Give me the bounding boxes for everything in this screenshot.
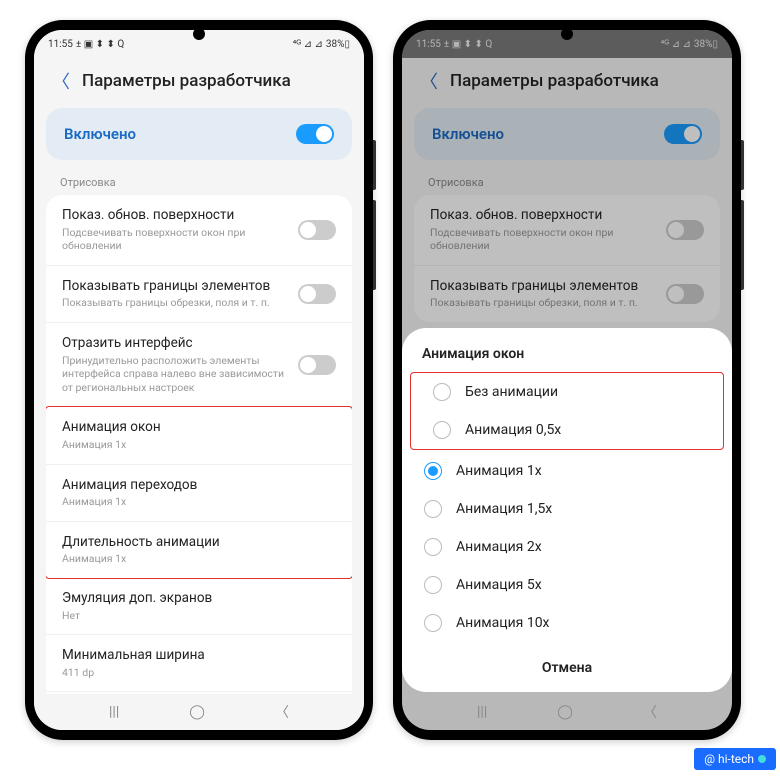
enable-label: Включено [64,125,136,143]
item-sub: Подсвечивать поверхности окон при обновл… [430,226,656,253]
animation-dialog: Анимация окон Без анимации Анимация 0,5x… [402,328,732,692]
item-sub: Показывать границы обрезки, поля и т. п. [62,296,288,310]
enable-switch[interactable] [296,124,334,144]
radio-icon [424,500,442,518]
radio-option-10x[interactable]: Анимация 10x [402,604,732,642]
item-sub: Анимация 1x [62,438,336,452]
toggle-switch[interactable] [298,284,336,304]
item-title: Минимальная ширина [62,647,336,665]
nav-back-icon[interactable]: 〈 [275,702,289,722]
nav-home-icon[interactable]: ◯ [189,704,205,720]
watermark-dot-icon [758,755,766,763]
radio-label: Анимация 1,5x [456,501,552,517]
item-title: Показывать границы элементов [62,278,288,296]
item-sub: Принудительно расположить элементы интер… [62,354,288,395]
radio-option-2x[interactable]: Анимация 2x [402,528,732,566]
phone-frame-right: 11:55 ± ▣ ⬍ ⬍ Q ⁴ᴳ ⊿ ⊿ 38%▯ 〈 Параметры … [393,20,741,740]
item-min-width[interactable]: Минимальная ширина 411 dp [46,635,352,692]
radio-icon [424,614,442,632]
section-rendering-label: Отрисовка [402,168,732,195]
header: 〈 Параметры разработчика [34,58,364,108]
radio-label: Анимация 10x [456,615,550,631]
status-notif-icons: ± ▣ ⬍ ⬍ Q [76,39,124,50]
highlight-fast-options: Без анимации Анимация 0,5x [410,372,724,450]
nav-recents-icon[interactable]: ||| [109,704,119,720]
status-notif-icons: ± ▣ ⬍ ⬍ Q [444,39,492,50]
item-sub: Анимация 1x [62,495,336,509]
item-sub: Подсвечивать поверхности окон при обновл… [62,226,288,253]
item-sub: Нет [62,609,336,623]
radio-icon [433,421,451,439]
toggle-switch [666,284,704,304]
camera-hole [193,28,205,40]
phone-side-button [741,200,744,290]
item-surface-updates[interactable]: Показ. обнов. поверхности Подсвечивать п… [46,195,352,266]
item-title: Показывать границы элементов [430,278,656,296]
item-layout-bounds[interactable]: Показывать границы элементов Показывать … [46,266,352,323]
status-signal-icons: ⁴ᴳ ⊿ ⊿ [661,39,691,50]
status-battery: 38%▯ [694,39,718,50]
radio-label: Анимация 5x [456,577,542,593]
settings-list: Показ. обнов. поверхности Подсвечивать п… [46,195,352,694]
back-icon[interactable]: 〈 [52,68,70,94]
radio-label: Анимация 1x [456,463,542,479]
item-title: Длительность анимации [62,534,336,552]
item-title: Показ. обнов. поверхности [62,207,288,225]
item-secondary-displays[interactable]: Эмуляция доп. экранов Нет [46,578,352,635]
radio-icon-checked [424,462,442,480]
dialog-cancel-button[interactable]: Отмена [402,642,732,692]
watermark-text: @ hi-tech [704,752,754,766]
item-title: Анимация переходов [62,477,336,495]
status-signal-icons: ⁴ᴳ ⊿ ⊿ [293,39,323,50]
toggle-switch[interactable] [298,355,336,375]
phone-side-button [741,140,744,190]
radio-option-1-5x[interactable]: Анимация 1,5x [402,490,732,528]
item-title: Отразить интерфейс [62,335,288,353]
phone-side-button [373,200,376,290]
radio-icon [433,383,451,401]
back-icon: 〈 [420,68,438,94]
item-anim-duration[interactable]: Длительность анимации Анимация 1x [46,522,352,578]
radio-label: Анимация 0,5x [465,422,561,438]
item-title: Анимация окон [62,419,336,437]
toggle-switch[interactable] [298,220,336,240]
item-sub: Показывать границы обрезки, поля и т. п. [430,296,656,310]
radio-icon [424,538,442,556]
camera-hole [561,28,573,40]
radio-label: Без анимации [465,384,558,400]
radio-option-1x[interactable]: Анимация 1x [402,452,732,490]
item-title: Показ. обнов. поверхности [430,207,656,225]
status-battery: 38%▯ [326,39,350,50]
item-rtl[interactable]: Отразить интерфейс Принудительно располо… [46,323,352,407]
enable-toggle-card[interactable]: Включено [46,108,352,160]
enable-switch [664,124,702,144]
item-surface-updates: Показ. обнов. поверхности Подсвечивать п… [414,195,720,266]
toggle-switch [666,220,704,240]
item-layout-bounds: Показывать границы элементов Показывать … [414,266,720,322]
radio-icon [424,576,442,594]
section-rendering-label: Отрисовка [34,168,364,195]
item-anim-transition[interactable]: Анимация переходов Анимация 1x [46,465,352,522]
watermark-badge: @ hi-tech [694,748,776,770]
enable-label: Включено [432,125,504,143]
phone-side-button [373,140,376,190]
status-time: 11:55 [48,39,73,50]
item-sub: Анимация 1x [62,552,336,566]
radio-label: Анимация 2x [456,539,542,555]
page-title: Параметры разработчика [82,71,291,91]
highlight-animation-rows: Анимация окон Анимация 1x Анимация перех… [46,406,352,579]
page-title: Параметры разработчика [450,71,659,91]
phone-frame-left: 11:55 ± ▣ ⬍ ⬍ Q ⁴ᴳ ⊿ ⊿ 38%▯ 〈 Параметры … [25,20,373,740]
radio-option-0-5x[interactable]: Анимация 0,5x [411,411,723,449]
radio-option-off[interactable]: Без анимации [411,373,723,411]
item-title: Эмуляция доп. экранов [62,590,336,608]
radio-option-5x[interactable]: Анимация 5x [402,566,732,604]
nav-bar: ||| ◯ 〈 [34,694,364,730]
item-sub: 411 dp [62,666,336,680]
item-anim-window[interactable]: Анимация окон Анимация 1x [46,407,352,464]
status-time: 11:55 [416,39,441,50]
dialog-title: Анимация окон [402,346,732,368]
enable-toggle-card: Включено [414,108,720,160]
